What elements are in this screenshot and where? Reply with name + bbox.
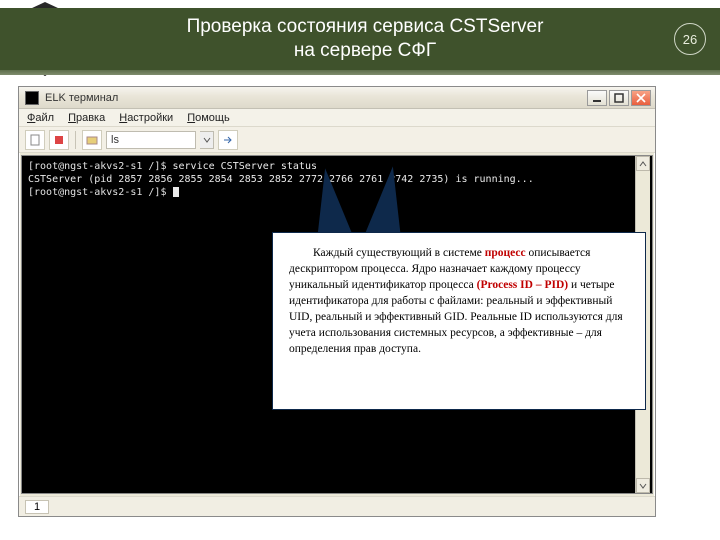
menu-file[interactable]: Файл <box>27 112 54 124</box>
menu-edit[interactable]: Правка <box>68 112 105 124</box>
highlight-pid: (Process ID – PID) <box>477 279 568 291</box>
chevron-up-icon <box>639 160 647 168</box>
toolbar: ls <box>19 127 655 153</box>
scroll-down-button[interactable] <box>636 478 650 493</box>
chevron-down-icon <box>639 482 647 490</box>
callout-text: Каждый существующий в системе процесс оп… <box>289 245 629 357</box>
command-text: service CSTServer status <box>173 161 318 172</box>
close-icon <box>636 93 646 103</box>
menu-settings[interactable]: Настройки <box>119 112 173 124</box>
cursor-icon <box>173 187 179 197</box>
maximize-button[interactable] <box>609 90 629 106</box>
slide-title-line2: на сервере СФГ <box>294 40 436 61</box>
chevron-down-icon <box>203 136 211 144</box>
prompt: [root@ngst-akvs2-s1 /]$ <box>28 187 173 198</box>
path-field[interactable]: ls <box>106 131 196 149</box>
slide-banner: Проверка состояния сервиса CSTServer на … <box>0 8 720 70</box>
toolbar-button-action[interactable] <box>49 130 69 150</box>
go-icon <box>222 134 234 146</box>
window-titlebar[interactable]: ELK терминал <box>19 87 655 109</box>
explainer-callout: Каждый существующий в системе процесс оп… <box>272 232 646 410</box>
close-button[interactable] <box>631 90 651 106</box>
scroll-up-button[interactable] <box>636 156 650 171</box>
status-tab[interactable]: 1 <box>25 500 49 514</box>
slide-title: Проверка состояния сервиса CSTServer на … <box>110 15 620 63</box>
toolbar-button-go[interactable] <box>218 130 238 150</box>
toolbar-separator <box>75 131 76 149</box>
menubar: Файл Правка Настройки Помощь <box>19 109 655 127</box>
folder-icon <box>86 134 98 146</box>
path-dropdown[interactable] <box>200 131 214 149</box>
banner-underline <box>0 70 720 75</box>
page-number-badge: 26 <box>674 23 706 55</box>
window-app-icon <box>25 91 39 105</box>
minimize-button[interactable] <box>587 90 607 106</box>
toolbar-button-new[interactable] <box>25 130 45 150</box>
red-square-icon <box>53 134 65 146</box>
minimize-icon <box>592 93 602 103</box>
slide-title-line1: Проверка состояния сервиса CSTServer <box>187 16 544 37</box>
document-icon <box>29 134 41 146</box>
highlight-process: процесс <box>485 247 526 259</box>
menu-help[interactable]: Помощь <box>187 112 230 124</box>
prompt: [root@ngst-akvs2-s1 /]$ <box>28 161 173 172</box>
statusbar: 1 <box>19 496 655 516</box>
toolbar-button-folder[interactable] <box>82 130 102 150</box>
maximize-icon <box>614 93 624 103</box>
window-title: ELK терминал <box>45 92 118 104</box>
